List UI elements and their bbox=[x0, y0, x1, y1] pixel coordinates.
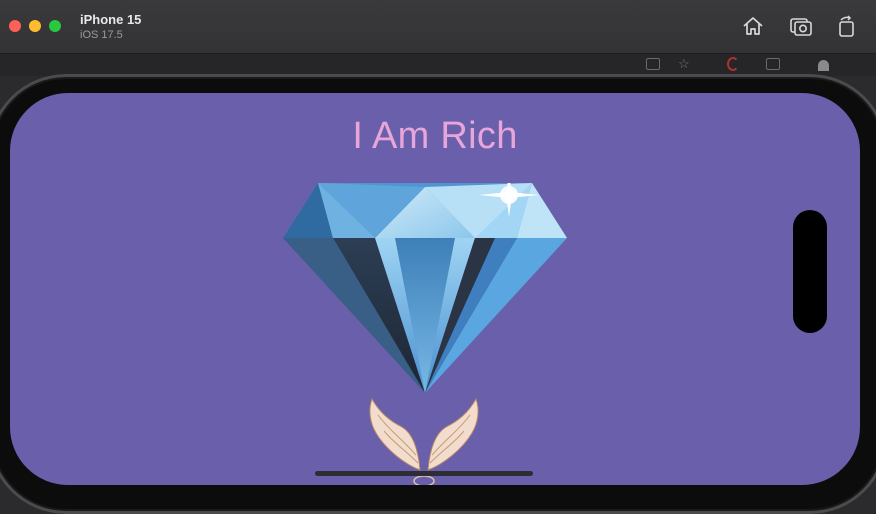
puzzle-icon bbox=[766, 58, 780, 70]
dynamic-island bbox=[793, 210, 827, 333]
home-icon[interactable] bbox=[741, 15, 765, 37]
app-screen: I Am Rich bbox=[10, 93, 860, 485]
simulator-titlebar: iPhone 15 iOS 17.5 bbox=[0, 0, 876, 54]
app-title: I Am Rich bbox=[352, 115, 518, 157]
iphone-frame: I Am Rich bbox=[0, 74, 876, 514]
star-icon: ☆ bbox=[678, 56, 690, 71]
close-window-button[interactable] bbox=[9, 20, 21, 32]
device-name: iPhone 15 bbox=[80, 12, 142, 27]
minimize-window-button[interactable] bbox=[29, 20, 41, 32]
profile-icon bbox=[818, 60, 829, 71]
window-icon bbox=[646, 58, 660, 70]
diamond-image bbox=[283, 183, 567, 393]
background-window-strip: ☆ bbox=[0, 54, 876, 76]
zoom-window-button[interactable] bbox=[49, 20, 61, 32]
extension-icon bbox=[727, 57, 739, 71]
screenshot-icon[interactable] bbox=[789, 15, 813, 37]
home-indicator[interactable] bbox=[315, 471, 533, 476]
rotate-icon[interactable] bbox=[835, 15, 859, 37]
os-version: iOS 17.5 bbox=[80, 29, 123, 41]
